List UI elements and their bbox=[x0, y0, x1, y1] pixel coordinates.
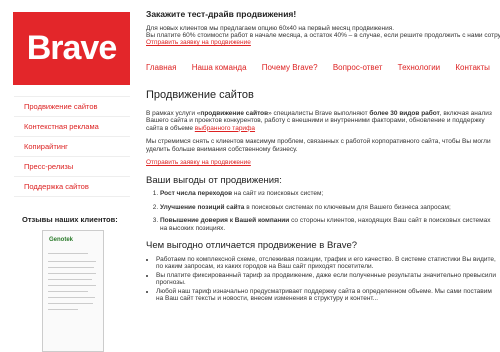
list-item: Работаем по комплексной схеме, отслежива… bbox=[156, 256, 496, 271]
top-nav: Главная Наша команда Почему Brave? Вопро… bbox=[146, 63, 500, 72]
list-item: Повышение доверия к Вашей компании со ст… bbox=[160, 217, 496, 232]
mission-paragraph: Мы стремимся снять с клиентов максимум п… bbox=[146, 138, 491, 153]
sidebar-item-copywriting[interactable]: Копирайтинг bbox=[14, 137, 130, 157]
advantages-heading: Чем выгодно отличается продвижение в Bra… bbox=[146, 240, 358, 251]
promo-line: Вы платите 60% стоимости работ в начале … bbox=[146, 32, 500, 39]
sidebar: Продвижение сайтов Контекстная реклама К… bbox=[14, 96, 130, 352]
sidebar-item-context-ads[interactable]: Контекстная реклама bbox=[14, 117, 130, 137]
promo-title: Закажите тест-драйв продвижения! bbox=[146, 9, 297, 19]
brave-logo[interactable]: Brave bbox=[13, 12, 130, 85]
list-item: Рост числа переходов на сайт из поисковы… bbox=[160, 190, 496, 198]
promo-request-link[interactable]: Отправить заявку на продвижение bbox=[146, 39, 251, 46]
page-title: Продвижение сайтов bbox=[146, 89, 254, 101]
main-content: Продвижение сайтов В рамках услуги «прод… bbox=[146, 89, 496, 304]
reviews-title: Отзывы наших клиентов: bbox=[22, 215, 118, 224]
benefits-heading: Ваши выгоды от продвижения: bbox=[146, 174, 282, 186]
review-company-logo: Genotek bbox=[49, 237, 74, 243]
nav-contacts[interactable]: Контакты bbox=[455, 63, 490, 72]
nav-home[interactable]: Главная bbox=[146, 63, 176, 72]
advantages-list: Работаем по комплексной схеме, отслежива… bbox=[146, 256, 496, 303]
nav-why-brave[interactable]: Почему Brave? bbox=[262, 63, 318, 72]
sidebar-item-site-support[interactable]: Поддержка сайтов bbox=[14, 177, 130, 197]
nav-faq[interactable]: Вопрос-ответ bbox=[333, 63, 383, 72]
promo-block: Закажите тест-драйв продвижения! Для нов… bbox=[146, 9, 500, 46]
promo-line: Для новых клиентов мы предлагаем опцию 6… bbox=[146, 25, 395, 32]
tariff-link[interactable]: выбранного тарифа bbox=[195, 125, 255, 132]
list-item: Вы платите фиксированный тариф за продви… bbox=[156, 272, 496, 287]
benefits-list: Рост числа переходов на сайт из поисковы… bbox=[146, 190, 496, 232]
nav-team[interactable]: Наша команда bbox=[192, 63, 247, 72]
list-item: Любой наш тариф изначально предусматрива… bbox=[156, 288, 496, 303]
review-document-thumbnail[interactable]: Genotek bbox=[42, 230, 104, 352]
sidebar-item-press-releases[interactable]: Пресс-релизы bbox=[14, 157, 130, 177]
nav-technologies[interactable]: Технологии bbox=[398, 63, 440, 72]
sidebar-item-seo[interactable]: Продвижение сайтов bbox=[14, 96, 130, 117]
request-promotion-link[interactable]: Отправить заявку на продвижение bbox=[146, 159, 251, 166]
list-item: Улучшение позиций сайта в поисковых сист… bbox=[160, 204, 496, 212]
intro-paragraph: В рамках услуги «продвижение сайтов» спе… bbox=[146, 109, 492, 132]
